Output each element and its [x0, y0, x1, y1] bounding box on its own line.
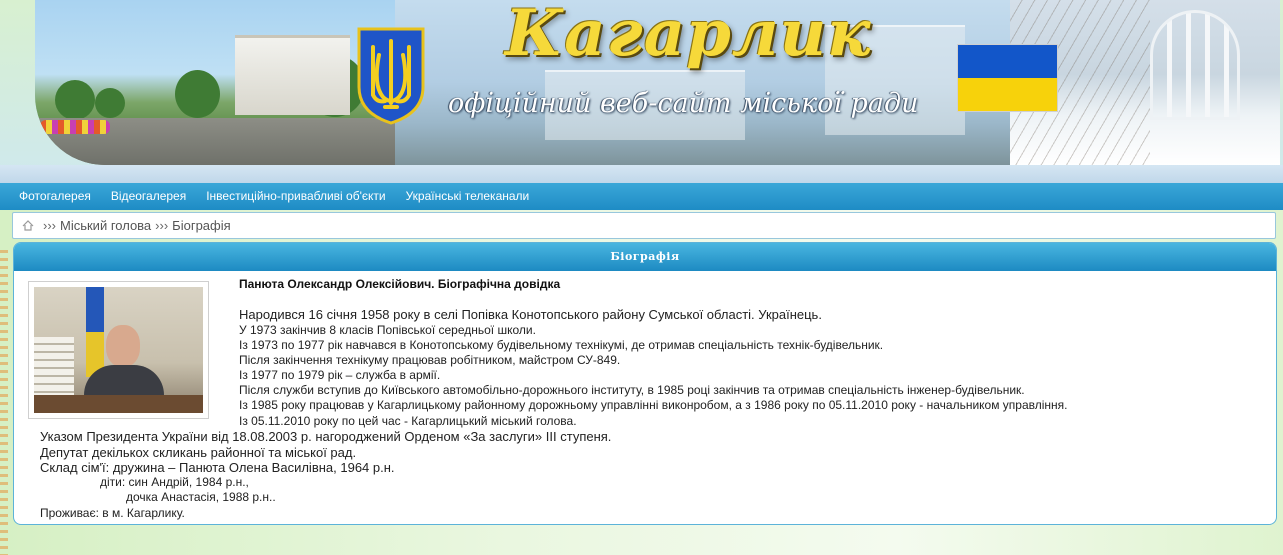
breadcrumb-separator: ››› [43, 218, 56, 233]
coat-of-arms-icon [357, 27, 425, 125]
bio-deputy: Депутат декількох скликань районної та м… [40, 444, 357, 460]
site-header: Кагарлик офіційний веб-сайт міської ради [0, 0, 1283, 172]
banner-photo-square [35, 0, 395, 165]
bio-lines: У 1973 закінчив 8 класів Попівської сере… [239, 323, 1068, 429]
bio-residence: Проживає: в м. Кагарлику. [40, 506, 185, 520]
bio-line: Із 1973 по 1977 рік навчався в Конотопсь… [239, 338, 884, 353]
bio-bottom-lines: Указом Президента України від 18.08.2003… [40, 429, 611, 476]
home-icon[interactable] [22, 220, 34, 231]
breadcrumb: ››› Міський голова ››› Біографія [12, 212, 1276, 239]
nav-item-ukrainian-tv[interactable]: Українські телеканали [396, 183, 540, 210]
bio-line: Із 1985 року працював у Кагарлицькому ра… [239, 398, 1068, 413]
header-strip [0, 165, 1283, 183]
panel-heading: Біографія [14, 243, 1276, 271]
content-panel: Біографія Панюта Олександр Олексійович. … [13, 242, 1277, 525]
nav-item-videogallery[interactable]: Відеогалерея [101, 183, 196, 210]
breadcrumb-separator: ››› [155, 218, 169, 233]
bio-child: діти: син Андрій, 1984 р.н., [100, 475, 249, 489]
bio-line: Із 1977 по 1979 рік – служба в армії. [239, 368, 441, 383]
bio-award: Указом Президента України від 18.08.2003… [40, 429, 612, 444]
mayor-photo-frame [28, 281, 209, 419]
nav-item-photogallery[interactable]: Фотогалерея [9, 183, 101, 210]
mayor-portrait [34, 287, 203, 413]
site-subtitle: офіційний веб-сайт міської ради [448, 88, 919, 119]
bio-line: Після служби вступив до Київського автом… [239, 383, 1025, 398]
bio-lead: Народився 16 січня 1958 року в селі Попі… [239, 307, 822, 322]
bio-line: Із 05.11.2010 року по цей час - Кагарлиц… [239, 413, 577, 428]
main-nav: Фотогалерея Відеогалерея Інвестиційно-пр… [0, 183, 1283, 210]
ukraine-flag-icon [957, 44, 1058, 112]
bio-child: дочка Анастасія, 1988 р.н.. [126, 490, 276, 504]
bio-line: Після закінчення технікуму працював робі… [239, 353, 621, 368]
breadcrumb-item-biography: Біографія [172, 218, 231, 233]
bio-line: У 1973 закінчив 8 класів Попівської сере… [239, 323, 536, 337]
site-title: Кагарлик [505, 0, 872, 71]
breadcrumb-item-mayor[interactable]: Міський голова [60, 218, 151, 233]
bio-children: діти: син Андрій, 1984 р.н., дочка Анаст… [14, 475, 414, 505]
decorative-ring-strip [0, 250, 8, 555]
document-title: Панюта Олександр Олексійович. Біографічн… [239, 277, 561, 291]
bio-family: Склад сім'ї: дружина – Панюта Олена Васи… [40, 460, 395, 476]
nav-item-investment-objects[interactable]: Інвестиційно-привабливі об'єкти [196, 183, 395, 210]
